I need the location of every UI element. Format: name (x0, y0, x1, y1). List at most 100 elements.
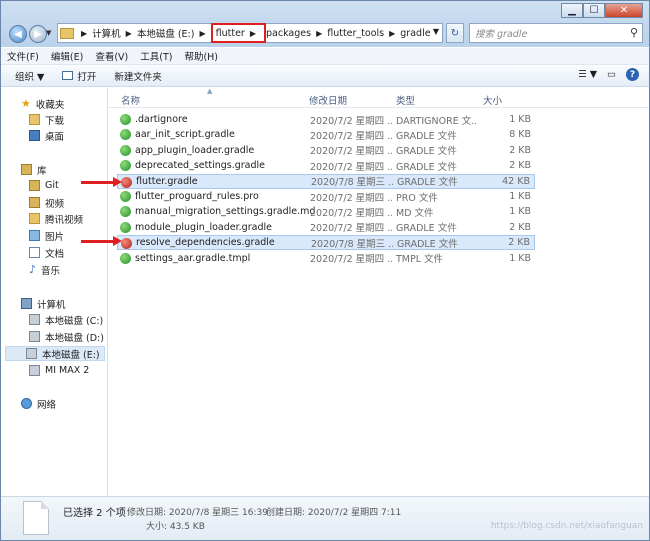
breadcrumb-gradle[interactable]: gradle (400, 24, 430, 42)
organize-button[interactable]: 组织 ▼ (15, 69, 44, 83)
file-icon (120, 206, 131, 218)
network-icon (21, 398, 32, 409)
nav-music[interactable]: ♪ 音乐 (29, 262, 60, 277)
column-type[interactable]: 类型 (396, 93, 415, 107)
nav-documents[interactable]: 文档 (29, 245, 64, 260)
nav-drive-c[interactable]: 本地磁盘 (C:) (29, 312, 103, 327)
file-name: module_plugin_loader.gradle (135, 221, 272, 233)
menu-bar: 文件(F) 编辑(E) 查看(V) 工具(T) 帮助(H) (1, 48, 649, 65)
file-type: GRADLE 文件 (396, 223, 457, 235)
file-size: 1 KB (509, 252, 531, 264)
breadcrumb-drive-e[interactable]: 本地磁盘 (E:) ▶ (137, 24, 211, 42)
details-pane: 已选择 2 个项 修改日期: 2020/7/8 星期三 16:39 创建日期: … (1, 496, 649, 540)
file-name: resolve_dependencies.gradle (136, 237, 275, 249)
nav-drive-d[interactable]: 本地磁盘 (D:) (29, 329, 104, 344)
back-button[interactable]: ◀ (9, 25, 27, 43)
nav-desktop[interactable]: 桌面 (29, 128, 64, 143)
new-folder-button[interactable]: 新建文件夹 (114, 69, 162, 83)
nav-tencent-video[interactable]: 腾讯视频 (29, 211, 83, 226)
pictures-icon (29, 230, 40, 241)
file-row[interactable]: flutter.gradle 2020/7/8 星期三 ... GRADLE 文件 4… (117, 173, 535, 189)
nav-computer[interactable]: 计算机 (21, 296, 66, 311)
modified-file-icon (121, 238, 132, 250)
breadcrumb-flutter-highlighted[interactable]: flutter ▶ (210, 23, 266, 43)
maximize-button[interactable]: ☐ (583, 3, 605, 18)
open-button[interactable]: 打开 (62, 69, 96, 83)
title-bar: ▁ ☐ ✕ ◀ ▶ ▼ ▶ 计算机 ▶ 本地磁盘 (E:) ▶ flutter ▶ p… (1, 1, 649, 47)
file-name: flutter.gradle (136, 175, 198, 187)
file-row[interactable]: manual_migration_settings.gradle.md 2020/… (117, 204, 535, 219)
address-dropdown-icon[interactable]: ▼ (433, 27, 439, 36)
file-name: .dartignore (135, 114, 188, 125)
recent-pages-dropdown-icon[interactable]: ▼ (46, 29, 51, 37)
file-type: PRO 文件 (396, 192, 438, 204)
nav-videos[interactable]: 视频 (29, 195, 64, 210)
open-icon (62, 71, 74, 80)
nav-network[interactable]: 网络 (21, 396, 56, 411)
forward-button[interactable]: ▶ (29, 25, 47, 43)
file-type: GRADLE 文件 (396, 161, 457, 173)
refresh-button[interactable]: ↻ (446, 23, 464, 43)
column-date[interactable]: 修改日期 (309, 93, 347, 107)
menu-file[interactable]: 文件(F) (7, 49, 39, 63)
file-size: 8 KB (509, 129, 531, 141)
nav-downloads[interactable]: 下载 (29, 112, 64, 127)
search-icon[interactable]: ⚲ (630, 26, 638, 39)
file-row[interactable]: flutter_proguard_rules.pro 2020/7/2 星期四 .… (117, 189, 535, 204)
annotation-arrow (81, 236, 122, 246)
folder-icon (60, 27, 74, 39)
file-date: 2020/7/2 星期四 ... (310, 192, 392, 204)
file-row[interactable]: aar_init_script.gradle 2020/7/2 星期四 ... GR… (117, 127, 535, 142)
file-icon (120, 114, 131, 125)
file-icon (120, 129, 131, 141)
search-input[interactable]: 搜索 gradle ⚲ (469, 23, 643, 43)
file-size: 2 KB (509, 221, 531, 233)
file-date: 2020/7/2 星期四 ... (310, 146, 392, 158)
menu-edit[interactable]: 编辑(E) (51, 49, 83, 63)
help-icon[interactable]: ? (626, 68, 639, 81)
view-options-button[interactable]: ☰ ▼ (578, 69, 597, 80)
file-date: 2020/7/2 星期四 ... (310, 223, 392, 235)
breadcrumb-packages[interactable]: packages ▶ (266, 24, 327, 42)
library-icon (29, 180, 40, 191)
file-row[interactable]: .dartignore 2020/7/2 星期四 ... DARTIGNORE 文.… (117, 112, 535, 127)
file-icon (120, 252, 131, 264)
address-bar[interactable]: ▶ 计算机 ▶ 本地磁盘 (E:) ▶ flutter ▶ packages ▶ flu… (57, 23, 443, 43)
nav-pictures[interactable]: 图片 (29, 228, 64, 243)
preview-pane-icon[interactable]: ▭ (607, 69, 616, 80)
file-row[interactable]: module_plugin_loader.gradle 2020/7/2 星期四 … (117, 220, 535, 235)
breadcrumb-flutter-tools[interactable]: flutter_tools ▶ (327, 24, 400, 42)
drive-icon (29, 331, 40, 342)
desktop-icon (29, 130, 40, 141)
watermark: https://blog.csdn.net/xiaofanguan (490, 521, 643, 531)
file-row[interactable]: deprecated_settings.gradle 2020/7/2 星期四 .… (117, 158, 535, 173)
column-size[interactable]: 大小 (483, 93, 502, 107)
created-date: 创建日期: 2020/7/2 星期四 7:11 (266, 508, 402, 518)
nav-drive-e-selected[interactable]: 本地磁盘 (E:) (5, 346, 105, 361)
file-row[interactable]: app_plugin_loader.gradle 2020/7/2 星期四 ...… (117, 143, 535, 158)
menu-tools[interactable]: 工具(T) (140, 49, 172, 63)
menu-view[interactable]: 查看(V) (95, 49, 128, 63)
file-date: 2020/7/2 星期四 ... (310, 207, 392, 219)
file-row[interactable]: resolve_dependencies.gradle 2020/7/8 星期三 … (117, 235, 535, 251)
nav-mi-max-2[interactable]: MI MAX 2 (29, 363, 89, 378)
close-button[interactable]: ✕ (605, 3, 643, 18)
nav-libraries[interactable]: 库 (21, 162, 47, 177)
breadcrumb-computer[interactable]: 计算机 ▶ (92, 24, 137, 42)
file-row[interactable]: settings_aar.gradle.tmpl 2020/7/2 星期四 ...… (117, 251, 535, 266)
column-name[interactable]: 名称 (121, 93, 140, 107)
nav-favorites[interactable]: ★ 收藏夹 (21, 96, 64, 111)
file-size: 42 KB (502, 175, 530, 187)
file-type: GRADLE 文件 (397, 177, 458, 189)
breadcrumb-sep[interactable]: ▶ (76, 24, 92, 42)
file-icon (120, 144, 131, 156)
file-icon (120, 221, 131, 233)
modified-file-icon (121, 176, 132, 188)
nav-git[interactable]: Git (29, 178, 59, 193)
file-icon (120, 160, 131, 172)
menu-help[interactable]: 帮助(H) (184, 49, 218, 63)
file-size: 2 KB (509, 160, 531, 172)
minimize-button[interactable]: ▁ (561, 3, 583, 18)
file-date: 2020/7/2 星期四 ... (310, 115, 392, 127)
file-size: 1 KB (509, 191, 531, 202)
